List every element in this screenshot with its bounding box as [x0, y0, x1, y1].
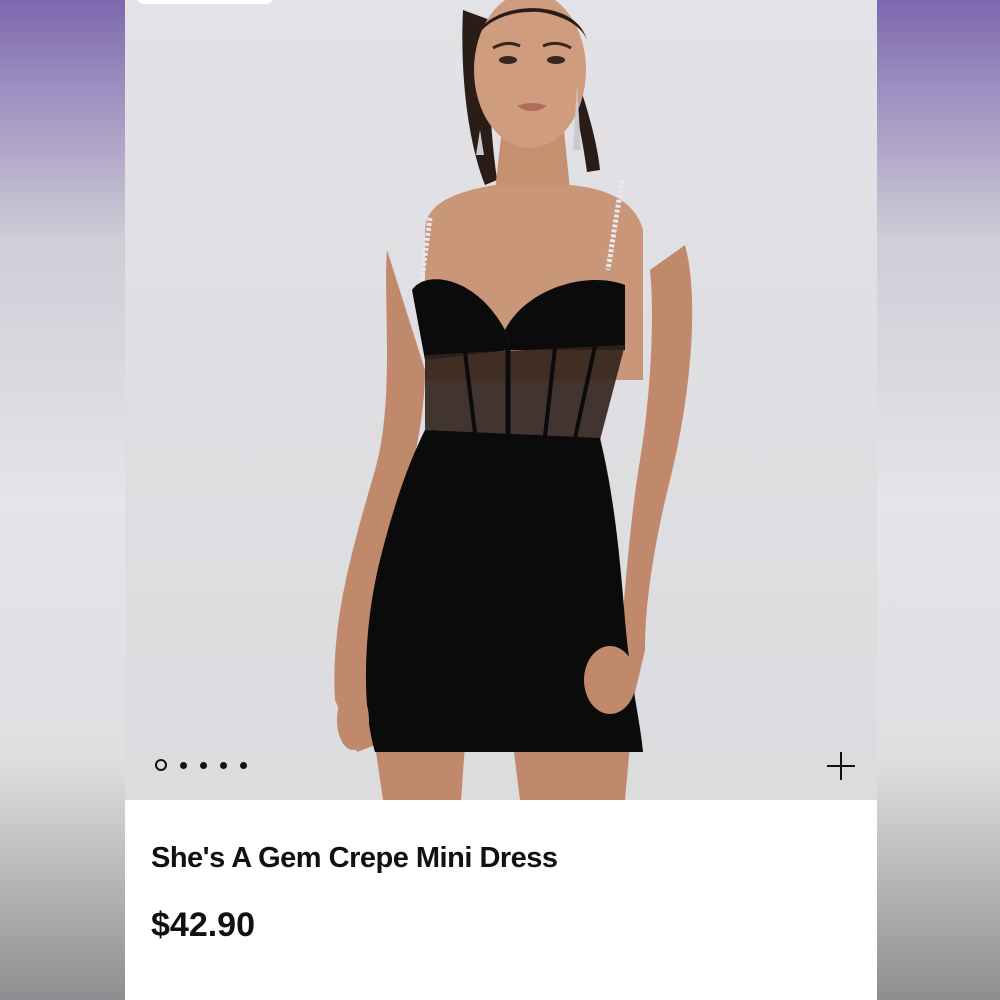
product-card[interactable]: She's A Gem Crepe Mini Dress $42.90 — [125, 0, 877, 1000]
gallery-pagination — [155, 759, 247, 771]
product-title[interactable]: She's A Gem Crepe Mini Dress — [151, 842, 558, 875]
product-price: $42.90 — [151, 906, 255, 944]
product-image — [334, 0, 693, 800]
product-image-gallery[interactable] — [125, 0, 877, 800]
gallery-dot-4[interactable] — [220, 761, 227, 769]
left-backdrop — [0, 0, 125, 1000]
gallery-dot-2[interactable] — [180, 761, 187, 769]
product-info: She's A Gem Crepe Mini Dress $42.90 — [125, 800, 877, 1000]
right-backdrop — [877, 0, 1000, 1000]
gallery-dot-1[interactable] — [155, 759, 167, 771]
gallery-dot-5[interactable] — [240, 761, 247, 769]
plus-icon[interactable] — [825, 750, 857, 782]
gallery-dot-3[interactable] — [200, 761, 207, 769]
